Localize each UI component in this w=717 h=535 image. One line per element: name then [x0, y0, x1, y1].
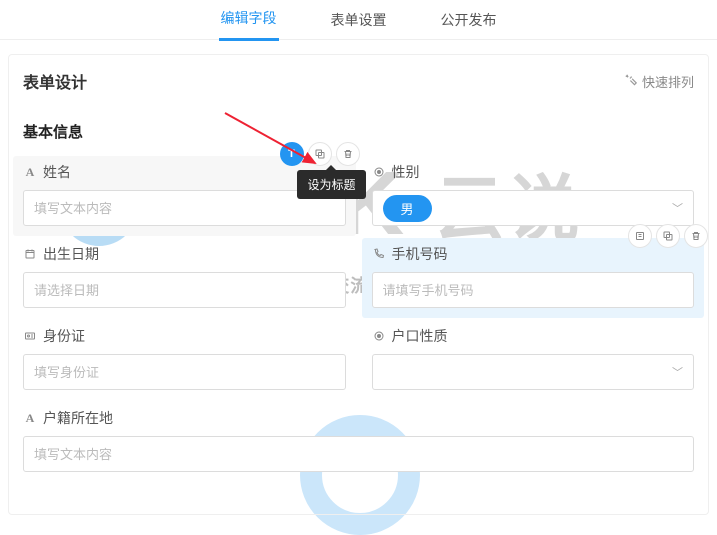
- radio-icon: [372, 330, 386, 342]
- text-icon: A: [23, 165, 37, 180]
- field-address-label-row: A 户籍所在地: [23, 408, 694, 428]
- idcard-input[interactable]: [23, 354, 346, 390]
- tab-publish[interactable]: 公开发布: [439, 0, 499, 40]
- field-idcard-label-row: 身份证: [23, 326, 346, 346]
- field-name-actions: T: [280, 142, 360, 166]
- calendar-icon: [23, 248, 37, 260]
- field-birth-label: 出生日期: [43, 244, 99, 264]
- field-phone-actions: [628, 224, 708, 248]
- magic-sort-icon: [624, 73, 638, 90]
- quick-sort-button[interactable]: 快速排列: [624, 72, 694, 91]
- gender-select[interactable]: 男 ﹀: [372, 190, 695, 226]
- field-birth-label-row: 出生日期: [23, 244, 346, 264]
- delete-icon[interactable]: [684, 224, 708, 248]
- gender-value-pill: 男: [383, 195, 432, 222]
- card-header: 表单设计 快速排列: [23, 69, 694, 93]
- phone-icon: [372, 248, 386, 260]
- field-name[interactable]: T 设为标题 A 姓名: [13, 156, 356, 236]
- form-row: 身份证 户口性质 ﹀: [23, 326, 694, 390]
- set-title-icon[interactable]: T: [280, 142, 304, 166]
- field-idcard[interactable]: 身份证: [23, 326, 346, 390]
- field-hukou-label-row: 户口性质: [372, 326, 695, 346]
- delete-icon[interactable]: [336, 142, 360, 166]
- field-address[interactable]: A 户籍所在地: [23, 408, 694, 472]
- phone-input[interactable]: [372, 272, 695, 308]
- idcard-icon: [23, 330, 37, 342]
- field-gender-label: 性别: [392, 162, 420, 182]
- birth-input[interactable]: [23, 272, 346, 308]
- form-design-card: 表单设计 快速排列 基本信息 T 设为标题: [8, 54, 709, 515]
- field-name-label: 姓名: [43, 162, 71, 182]
- field-gender[interactable]: 性别 男 ﹀: [372, 162, 695, 226]
- set-title-tooltip: 设为标题: [297, 170, 365, 199]
- top-tabs: 编辑字段 表单设置 公开发布: [0, 0, 717, 40]
- tab-edit-fields[interactable]: 编辑字段: [219, 0, 279, 41]
- field-birth[interactable]: 出生日期: [23, 244, 346, 308]
- page-title: 表单设计: [23, 69, 87, 93]
- field-phone-label: 手机号码: [392, 244, 448, 264]
- fields-container: T 设为标题 A 姓名: [23, 162, 694, 472]
- field-address-label: 户籍所在地: [43, 408, 113, 428]
- radio-icon: [372, 166, 386, 178]
- edit-icon[interactable]: [628, 224, 652, 248]
- chevron-down-icon: ﹀: [672, 200, 683, 216]
- chevron-down-icon: ﹀: [672, 364, 683, 380]
- quick-sort-label: 快速排列: [642, 72, 694, 91]
- form-row: T 设为标题 A 姓名: [23, 162, 694, 226]
- copy-icon[interactable]: [308, 142, 332, 166]
- field-hukou-label: 户口性质: [392, 326, 448, 346]
- field-idcard-label: 身份证: [43, 326, 85, 346]
- copy-icon[interactable]: [656, 224, 680, 248]
- tab-form-settings[interactable]: 表单设置: [329, 0, 389, 40]
- address-input[interactable]: [23, 436, 694, 472]
- field-gender-label-row: 性别: [372, 162, 695, 182]
- text-icon: A: [23, 411, 37, 426]
- form-row: 出生日期: [23, 244, 694, 308]
- form-row: A 户籍所在地: [23, 408, 694, 472]
- field-hukou[interactable]: 户口性质 ﹀: [372, 326, 695, 390]
- hukou-select[interactable]: ﹀: [372, 354, 695, 390]
- field-phone[interactable]: 手机号码: [362, 238, 705, 318]
